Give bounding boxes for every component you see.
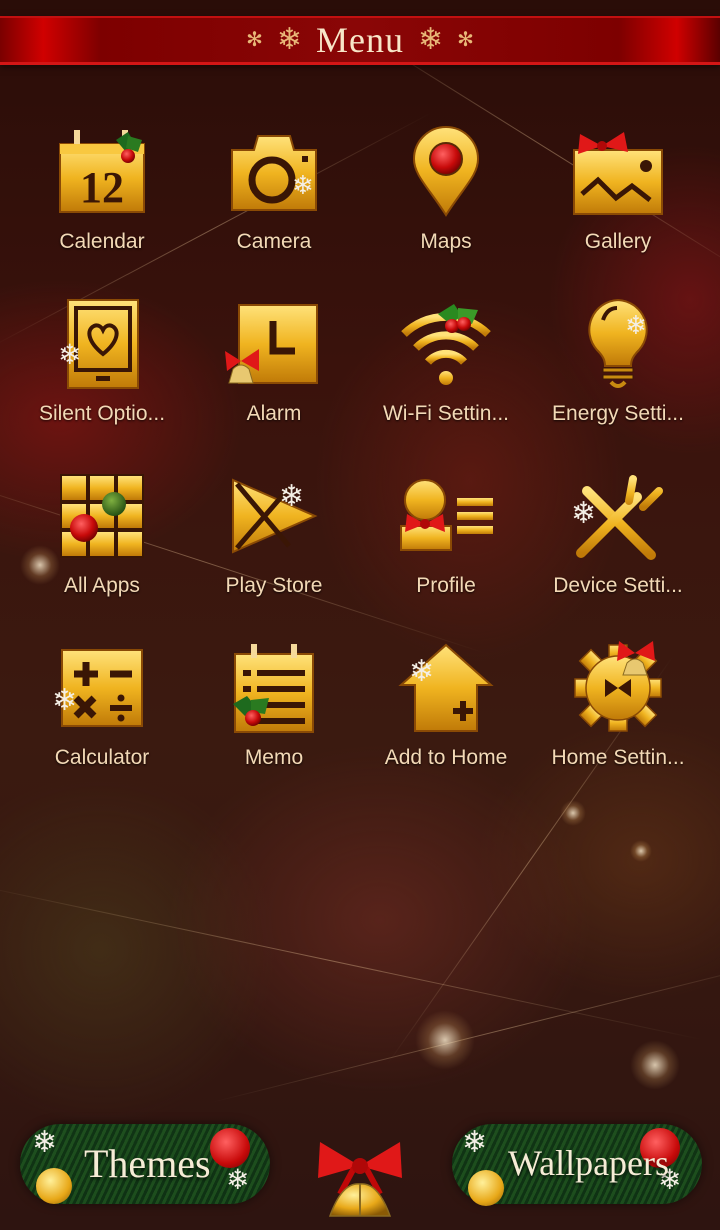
app-label: Calculator bbox=[54, 746, 150, 769]
snowflake-icon: ✻ bbox=[246, 29, 263, 51]
app-grid: 12 Calendar ❄ Camera Maps Gallery ❄ Sile… bbox=[16, 124, 704, 812]
app-label: Play Store bbox=[225, 574, 323, 597]
app-label: Maps bbox=[420, 230, 472, 253]
svg-text:12: 12 bbox=[80, 163, 124, 212]
calculator-icon: ❄ bbox=[52, 640, 150, 736]
camera-icon: ❄ bbox=[226, 124, 322, 220]
app-memo[interactable]: Memo bbox=[188, 640, 360, 812]
holly-decoration bbox=[438, 304, 478, 333]
app-label: Camera bbox=[236, 230, 312, 253]
page-title: Menu bbox=[316, 20, 404, 60]
snowflake-icon: ❄ bbox=[279, 480, 304, 513]
snowflake-icon: ❄ bbox=[276, 23, 302, 56]
menu-header: ✻ ❄ Menu ❄ ✻ bbox=[0, 16, 720, 65]
app-label: Device Setti... bbox=[553, 574, 683, 597]
app-calculator[interactable]: ❄ Calculator bbox=[16, 640, 188, 812]
app-label: Memo bbox=[244, 746, 304, 769]
snowflake-icon: ❄ bbox=[625, 310, 647, 340]
snowflake-icon: ❄ bbox=[409, 655, 434, 688]
app-gallery[interactable]: Gallery bbox=[532, 124, 704, 296]
app-label: Alarm bbox=[246, 402, 302, 425]
red-ornament bbox=[70, 514, 98, 542]
wallpapers-button[interactable]: ❄ ❄ Wallpapers bbox=[448, 1112, 710, 1224]
app-maps[interactable]: Maps bbox=[360, 124, 532, 296]
app-label: Home Settin... bbox=[551, 746, 685, 769]
clock-icon bbox=[225, 296, 322, 392]
lightbulb-icon: ❄ bbox=[570, 296, 666, 392]
snowflake-icon: ❄ bbox=[462, 1126, 488, 1159]
app-wifi-settings[interactable]: Wi-Fi Settin... bbox=[360, 296, 532, 468]
memo-icon bbox=[226, 640, 322, 736]
app-label: Gallery bbox=[584, 230, 652, 253]
bells-icon bbox=[314, 1132, 406, 1224]
gallery-icon bbox=[570, 124, 666, 220]
snowflake-icon: ❄ bbox=[292, 170, 314, 200]
wifi-icon bbox=[398, 296, 494, 392]
tools-icon: ❄ bbox=[570, 468, 666, 564]
app-alarm[interactable]: Alarm bbox=[188, 296, 360, 468]
calendar-icon: 12 bbox=[54, 124, 150, 220]
snowflake-icon: ❄ bbox=[226, 1164, 250, 1195]
app-label: Calendar bbox=[59, 230, 145, 253]
snowflake-icon: ❄ bbox=[58, 339, 81, 370]
light-glow bbox=[415, 1010, 475, 1070]
home-plus-icon: ❄ bbox=[398, 640, 494, 736]
app-label: Wi-Fi Settin... bbox=[382, 402, 509, 425]
snowflake-icon: ✻ bbox=[457, 29, 474, 51]
app-silent-options[interactable]: ❄ Silent Optio... bbox=[16, 296, 188, 468]
app-label: All Apps bbox=[64, 574, 140, 597]
map-pin-icon bbox=[398, 124, 494, 220]
app-add-to-home[interactable]: ❄ Add to Home bbox=[360, 640, 532, 812]
snowflake-icon: ❄ bbox=[32, 1126, 58, 1159]
gold-ornament bbox=[36, 1168, 72, 1204]
app-profile[interactable]: Profile bbox=[360, 468, 532, 640]
snowflake-icon: ❄ bbox=[418, 23, 444, 56]
red-ornament bbox=[210, 1128, 250, 1168]
light-streak bbox=[0, 881, 702, 1040]
app-label: Add to Home bbox=[384, 746, 508, 769]
app-home-settings[interactable]: Home Settin... bbox=[532, 640, 704, 812]
snowflake-icon: ❄ bbox=[571, 497, 596, 530]
themes-label: Themes bbox=[84, 1141, 211, 1186]
bottom-dock: ❄ ❄ Themes ❄ ❄ Wallpapers bbox=[0, 1112, 720, 1230]
wallpapers-label: Wallpapers bbox=[508, 1143, 670, 1183]
app-label: Profile bbox=[416, 574, 476, 597]
green-ornament bbox=[102, 492, 126, 516]
light-glow bbox=[630, 1040, 680, 1090]
app-device-settings[interactable]: ❄ Device Setti... bbox=[532, 468, 704, 640]
gold-ornament bbox=[468, 1170, 504, 1206]
light-glow bbox=[630, 840, 652, 862]
app-play-store[interactable]: ❄ Play Store bbox=[188, 468, 360, 640]
app-energy-settings[interactable]: ❄ Energy Setti... bbox=[532, 296, 704, 468]
gear-icon bbox=[570, 640, 666, 736]
app-calendar[interactable]: 12 Calendar bbox=[16, 124, 188, 296]
app-all-apps[interactable]: All Apps bbox=[16, 468, 188, 640]
play-store-icon: ❄ bbox=[226, 468, 322, 564]
grid-icon bbox=[54, 468, 150, 564]
snowflake-icon: ❄ bbox=[52, 684, 77, 717]
app-label: Silent Optio... bbox=[38, 402, 166, 425]
profile-icon bbox=[398, 468, 494, 564]
themes-button[interactable]: ❄ ❄ Themes bbox=[14, 1112, 276, 1224]
tablet-heart-icon: ❄ bbox=[54, 296, 150, 392]
app-label: Energy Setti... bbox=[552, 402, 684, 425]
app-camera[interactable]: ❄ Camera bbox=[188, 124, 360, 296]
